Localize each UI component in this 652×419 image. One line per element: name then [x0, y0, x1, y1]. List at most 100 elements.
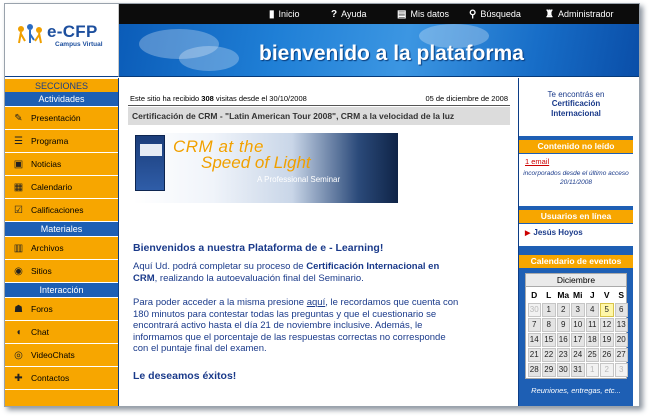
- logo[interactable]: e-CFP Campus Virtual: [5, 4, 119, 77]
- sidebar-item-programa[interactable]: ☰ Programa: [5, 130, 118, 153]
- calendar-day[interactable]: 1: [542, 302, 556, 317]
- calendar-day[interactable]: 8: [542, 317, 556, 332]
- calendar-day[interactable]: 29: [542, 362, 556, 377]
- home-icon: ▮: [269, 8, 275, 20]
- sections-sidebar: SECCIONES Actividades ✎ Presentación ☰ P…: [5, 78, 119, 406]
- calendar-day[interactable]: 9: [556, 317, 570, 332]
- sidebar-item-presentacion[interactable]: ✎ Presentación: [5, 107, 118, 130]
- search-icon: ⚲: [469, 8, 477, 20]
- seminar-subtitle: A Professional Seminar: [257, 175, 341, 184]
- section-heading-interaccion: Interacción: [5, 283, 118, 298]
- online-user[interactable]: ▶ Jesús Hoyos: [525, 228, 583, 237]
- events-heading: Calendario de eventos: [519, 255, 633, 268]
- calendar-day[interactable]: 12: [600, 317, 614, 332]
- sidebar-item-videochats[interactable]: ◎ VideoChats: [5, 344, 118, 367]
- instructions-paragraph: Para poder acceder a la misma presione a…: [133, 297, 459, 354]
- calendar-day[interactable]: 1: [585, 362, 599, 377]
- unread-email-link[interactable]: 1 email: [525, 157, 549, 166]
- online-users-heading: Usuarios en línea: [519, 210, 633, 223]
- logo-title: e-CFP: [47, 22, 98, 41]
- calendar-day[interactable]: 22: [542, 347, 556, 362]
- unread-note: incorporados desde el último acceso 20/1…: [523, 170, 629, 186]
- current-course: Te encontrás en Certificación Internacio…: [519, 78, 633, 136]
- banner-cloud: [179, 46, 239, 71]
- calendar-day[interactable]: 6: [614, 302, 628, 317]
- section-heading-actividades: Actividades: [5, 92, 118, 107]
- course-label: Te encontrás en: [547, 90, 605, 99]
- sidebar-item-archivos[interactable]: ▥ Archivos: [5, 237, 118, 260]
- calendar-day[interactable]: 28: [527, 362, 541, 377]
- calendar-day[interactable]: 2: [556, 302, 570, 317]
- calendar-day[interactable]: 5: [600, 302, 614, 317]
- chat-icon: ◖: [15, 326, 22, 338]
- calendar-day[interactable]: 30: [527, 302, 541, 317]
- calendar-day[interactable]: 16: [556, 332, 570, 347]
- contacts-icon: ✚: [14, 372, 23, 384]
- main-content: Este sitio ha recibido 308 visitas desde…: [120, 78, 518, 406]
- unread-heading: Contenido no leído: [519, 140, 633, 153]
- visit-count: 308: [201, 94, 214, 103]
- calendar-day[interactable]: 31: [571, 362, 585, 377]
- calendar-day[interactable]: 20: [614, 332, 628, 347]
- nav-administrador[interactable]: ♜ Administrador: [545, 7, 614, 21]
- calendar-day[interactable]: 26: [600, 347, 614, 362]
- nav-busqueda[interactable]: ⚲ Búsqueda: [469, 7, 521, 21]
- current-date: 05 de diciembre de 2008: [425, 94, 508, 103]
- grades-icon: ☑: [14, 204, 23, 216]
- calendar-day[interactable]: 21: [527, 347, 541, 362]
- program-icon: ☰: [14, 135, 23, 147]
- access-exam-link[interactable]: aquí: [307, 297, 326, 308]
- calendar-day[interactable]: 7: [527, 317, 541, 332]
- sidebar-item-noticias[interactable]: ▣ Noticias: [5, 153, 118, 176]
- events-box: Diciembre D L Ma Mi J V S 30 1 2 3 4 5 6 7 8 9 10 11 12 13 14…: [519, 269, 633, 395]
- calendar-day[interactable]: 2: [600, 362, 614, 377]
- calendar-day[interactable]: 19: [600, 332, 614, 347]
- sidebar-item-contactos[interactable]: ✚ Contactos: [5, 367, 118, 390]
- forums-icon: ☗: [14, 303, 23, 315]
- videochat-icon: ◎: [14, 349, 23, 361]
- banner: bienvenido a la plataforma: [119, 24, 639, 77]
- calendar-day[interactable]: 30: [556, 362, 570, 377]
- online-users-box: ▶ Jesús Hoyos: [519, 224, 633, 246]
- calendar-footer: Reuniones, entregas, etc...: [531, 386, 621, 395]
- course-name-line1: Certificación: [551, 99, 601, 108]
- divider: [128, 105, 510, 106]
- nav-ayuda[interactable]: ? Ayuda: [331, 7, 366, 21]
- app-frame: e-CFP Campus Virtual ▮ Inicio ? Ayuda ▤ …: [4, 3, 640, 407]
- calendar-weekday: V: [603, 290, 610, 300]
- calendar-day[interactable]: 24: [571, 347, 585, 362]
- calendar-icon: ▦: [13, 181, 24, 193]
- calendar-day[interactable]: 18: [585, 332, 599, 347]
- help-icon: ?: [331, 8, 338, 20]
- calendar-day[interactable]: 13: [614, 317, 628, 332]
- calendar-day[interactable]: 10: [571, 317, 585, 332]
- calendar-weekday: S: [618, 290, 625, 300]
- calendar-day[interactable]: 3: [614, 362, 628, 377]
- calendar-weekday: J: [589, 290, 595, 300]
- calendar-day[interactable]: 11: [585, 317, 599, 332]
- calendar-weekday: Mi: [573, 290, 583, 300]
- admin-icon: ♜: [545, 8, 554, 20]
- news-icon: ▣: [13, 158, 24, 170]
- sidebar-item-calendario[interactable]: ▦ Calendario: [5, 176, 118, 199]
- calendar-day[interactable]: 27: [614, 347, 628, 362]
- sidebar-item-chat[interactable]: ◖ Chat: [5, 321, 118, 344]
- calendar-day[interactable]: 23: [556, 347, 570, 362]
- nav-mis-datos[interactable]: ▤ Mis datos: [397, 7, 449, 21]
- calendar-day[interactable]: 4: [585, 302, 599, 317]
- logo-icon: [18, 24, 42, 44]
- intro-paragraph: Aquí Ud. podrá completar su proceso de C…: [133, 261, 440, 284]
- calendar-day[interactable]: 25: [585, 347, 599, 362]
- sidebar-item-sitios[interactable]: ◉ Sitios: [5, 260, 118, 283]
- calendar-day[interactable]: 15: [542, 332, 556, 347]
- book-cover-image: [135, 135, 165, 191]
- calendar-day[interactable]: 14: [527, 332, 541, 347]
- sidebar-item-foros[interactable]: ☗ Foros: [5, 298, 118, 321]
- sidebar-item-calificaciones[interactable]: ☑ Calificaciones: [5, 199, 118, 222]
- seminar-banner-image: CRM at the Speed of Light A Professional…: [133, 133, 398, 203]
- calendar-weekday: Ma: [557, 290, 570, 300]
- calendar-day[interactable]: 17: [571, 332, 585, 347]
- nav-inicio[interactable]: ▮ Inicio: [269, 7, 300, 21]
- calendar-day[interactable]: 3: [571, 302, 585, 317]
- course-name-line2: Internacional: [551, 109, 601, 118]
